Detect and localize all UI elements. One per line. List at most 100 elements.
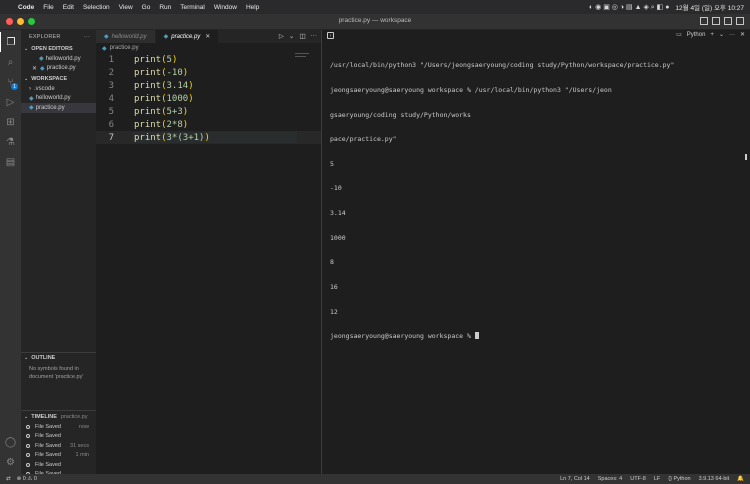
- code-line[interactable]: 6print(2*8): [96, 118, 321, 131]
- menubar-clock[interactable]: 12월 4일 (일) 오후 10:27: [675, 2, 744, 12]
- indentation[interactable]: Spaces: 4: [598, 476, 622, 482]
- timeline-entry[interactable]: File Savednow: [21, 422, 96, 432]
- line-number: 4: [96, 94, 124, 104]
- menu-run[interactable]: Run: [159, 4, 171, 11]
- terminal-panel: › ▭ Python + ⌄ ··· ✕ /usr/local/bin/pyth…: [321, 30, 750, 474]
- toggle-panel-icon[interactable]: [712, 17, 720, 25]
- run-debug-icon[interactable]: ▷: [0, 92, 21, 112]
- workspace-item[interactable]: › .vscode: [21, 84, 96, 94]
- search-icon[interactable]: ⌕: [0, 52, 21, 72]
- terminal-output[interactable]: /usr/local/bin/python3 "/Users/jeongsaer…: [322, 42, 750, 360]
- menu-selection[interactable]: Selection: [83, 4, 110, 11]
- chevron-down-icon[interactable]: ⌄: [289, 32, 294, 40]
- more-actions-icon[interactable]: ···: [729, 32, 735, 38]
- outline-header[interactable]: ⌄ OUTLINE: [21, 352, 96, 363]
- code-line[interactable]: 2print(-10): [96, 66, 321, 79]
- account-icon[interactable]: ◯: [0, 432, 21, 452]
- breadcrumb[interactable]: ◆ practice.py: [96, 43, 321, 53]
- explorer-title: EXPLORER ···: [21, 30, 96, 43]
- explorer-icon[interactable]: ❐: [0, 32, 21, 52]
- run-icon[interactable]: ▷: [279, 32, 284, 40]
- new-terminal-icon[interactable]: +: [710, 32, 714, 38]
- source-control-badge: 1: [11, 83, 18, 90]
- gear-icon[interactable]: ⚙: [0, 452, 21, 472]
- timeline-section: ⌄ TIMELINE practice.py File Savednow Fil…: [21, 410, 96, 479]
- explorer-sidebar: EXPLORER ··· ⌄ OPEN EDITORS ◆ helloworld…: [21, 30, 96, 474]
- code-editor[interactable]: 1print(5)2print(-10)3print(3.14)4print(1…: [96, 53, 321, 144]
- split-editor-icon[interactable]: ◫: [299, 32, 305, 40]
- code-token-paren: ): [204, 133, 209, 143]
- more-actions-icon[interactable]: ···: [311, 32, 318, 40]
- code-line[interactable]: 3print(3.14): [96, 79, 321, 92]
- menu-file[interactable]: File: [43, 4, 53, 11]
- python-file-icon: ◆: [40, 65, 45, 72]
- workspace-item[interactable]: ◆ practice.py: [21, 103, 96, 113]
- terminal-scrollbar[interactable]: [745, 154, 747, 160]
- more-actions-icon[interactable]: ···: [84, 34, 90, 40]
- menu-edit[interactable]: Edit: [63, 4, 74, 11]
- open-editor-item[interactable]: ◆ helloworld.py: [21, 54, 96, 64]
- menu-help[interactable]: Help: [246, 4, 259, 11]
- outline-empty-message: No symbols found in document 'practice.p…: [21, 363, 96, 385]
- customize-layout-icon[interactable]: [736, 17, 744, 25]
- outline-section: ⌄ OUTLINE No symbols found in document '…: [21, 352, 96, 385]
- code-token-args: 5+3: [167, 107, 183, 117]
- workspace-header[interactable]: ⌄ WORKSPACE: [21, 73, 96, 84]
- minimap[interactable]: [295, 53, 309, 59]
- terminal-line: 8: [330, 258, 742, 266]
- menu-code[interactable]: Code: [18, 4, 34, 11]
- timeline-entry[interactable]: File Saved1 min: [21, 451, 96, 461]
- terminal-line: pace/practice.py": [330, 135, 742, 143]
- code-line[interactable]: 7print(3*(3+1)): [96, 131, 321, 144]
- terminal-prompt-line: jeongsaeryoung@saeryoung workspace %: [330, 332, 742, 340]
- python-file-icon: ◆: [29, 104, 34, 111]
- menu-window[interactable]: Window: [214, 4, 237, 11]
- terminal-shell-label[interactable]: Python: [687, 32, 706, 38]
- code-token-paren: ): [188, 94, 193, 104]
- chevron-down-icon: ⌄: [24, 76, 28, 82]
- remote-icon[interactable]: ⇄: [6, 476, 11, 482]
- language-mode[interactable]: {} Python: [668, 476, 690, 482]
- code-line[interactable]: 1print(5): [96, 53, 321, 66]
- python-interpreter[interactable]: 3.9.13 64-bit: [699, 476, 730, 482]
- code-text: print(3*(3+1)): [124, 133, 210, 143]
- cursor-position[interactable]: Ln 7, Col 14: [560, 476, 590, 482]
- end-of-line[interactable]: LF: [654, 476, 660, 482]
- timeline-entry[interactable]: File Saved: [21, 460, 96, 470]
- timeline-entry[interactable]: File Saved31 secs: [21, 441, 96, 451]
- open-editors-header[interactable]: ⌄ OPEN EDITORS: [21, 43, 96, 54]
- open-editor-item[interactable]: ✕ ◆ practice.py: [21, 64, 96, 74]
- timeline-entry[interactable]: File Saved: [21, 432, 96, 442]
- source-control-icon[interactable]: ⑂1: [0, 72, 21, 92]
- python-file-icon: ◆: [39, 55, 44, 62]
- code-line[interactable]: 5print(5+3): [96, 105, 321, 118]
- menu-go[interactable]: Go: [142, 4, 151, 11]
- tab-helloworld[interactable]: ◆ helloworld.py: [96, 30, 156, 43]
- tab-practice[interactable]: ◆ practice.py ✕: [156, 30, 220, 43]
- status-bar: ⇄ ⊗ 0 ⚠ 0 Ln 7, Col 14 Spaces: 4 UTF-8 L…: [0, 474, 750, 484]
- terminal-line: 5: [330, 160, 742, 168]
- testing-icon[interactable]: ⚗: [0, 132, 21, 152]
- close-icon[interactable]: ✕: [205, 33, 210, 40]
- terminal-line: 16: [330, 283, 742, 291]
- problems-indicator[interactable]: ⊗ 0 ⚠ 0: [17, 476, 37, 482]
- terminal-toggle-icon[interactable]: ›: [327, 32, 334, 39]
- extensions-icon[interactable]: ⊞: [0, 112, 21, 132]
- editor-tabs: ◆ helloworld.py ◆ practice.py ✕ ▷ ⌄ ◫ ··…: [96, 30, 321, 43]
- close-icon[interactable]: ✕: [32, 65, 37, 72]
- close-icon[interactable]: ✕: [740, 31, 745, 38]
- menu-view[interactable]: View: [119, 4, 133, 11]
- line-number: 6: [96, 120, 124, 130]
- notebook-icon[interactable]: ▤: [0, 152, 21, 172]
- status-icons[interactable]: ◐ ◉ ▣ ◎ ◑ ▤ ▲ ◈ ⌕ ◧ ●: [589, 3, 669, 12]
- menu-terminal[interactable]: Terminal: [180, 4, 205, 11]
- code-line[interactable]: 4print(1000): [96, 92, 321, 105]
- terminal-python-icon: ▭: [676, 31, 682, 38]
- toggle-sidebar-icon[interactable]: [700, 17, 708, 25]
- notifications-icon[interactable]: 🔔: [737, 476, 744, 482]
- chevron-down-icon[interactable]: ⌄: [719, 31, 724, 38]
- encoding[interactable]: UTF-8: [630, 476, 646, 482]
- workspace-item[interactable]: ◆ helloworld.py: [21, 94, 96, 104]
- toggle-secondary-sidebar-icon[interactable]: [724, 17, 732, 25]
- timeline-header[interactable]: ⌄ TIMELINE practice.py: [21, 411, 96, 422]
